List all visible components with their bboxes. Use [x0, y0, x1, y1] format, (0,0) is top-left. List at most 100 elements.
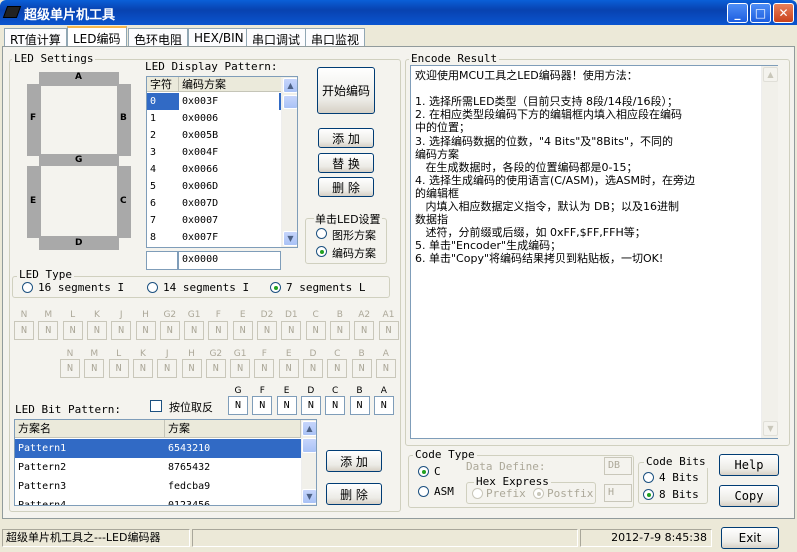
scroll-down-icon[interactable]: ▼ — [302, 489, 316, 504]
tab-serial-debug[interactable]: 串口调试 — [246, 28, 307, 47]
bit-input[interactable]: N — [132, 359, 153, 378]
bit-input[interactable]: N — [305, 321, 326, 340]
tab-led-encode[interactable]: LED编码 — [67, 26, 127, 47]
display-pattern-row[interactable]: 7 0x0007 — [147, 212, 281, 229]
bit-input[interactable]: N — [278, 359, 299, 378]
bit-input[interactable]: N — [232, 321, 253, 340]
radio-8-bits[interactable] — [643, 489, 654, 500]
bit-input[interactable]: N — [325, 396, 346, 415]
radio-hex-postfix[interactable] — [533, 488, 544, 499]
add-bit-pattern-button[interactable]: 添 加 — [326, 450, 382, 472]
delete-pattern-button[interactable]: 删 除 — [318, 177, 374, 197]
bit-input[interactable]: N — [86, 321, 107, 340]
tab-color-resistor[interactable]: 色环电阻 — [128, 28, 189, 47]
bit-input[interactable]: N — [276, 396, 297, 415]
add-pattern-button[interactable]: 添 加 — [318, 128, 374, 148]
radio-hex-prefix[interactable] — [472, 488, 483, 499]
tab-hex-bin[interactable]: HEX/BIN — [188, 28, 250, 47]
scroll-up-icon[interactable]: ▲ — [302, 421, 316, 436]
bit-input[interactable]: N — [252, 396, 273, 415]
radio-4-bits[interactable] — [643, 472, 654, 483]
display-pattern-row[interactable]: 2 0x005B — [147, 127, 281, 144]
close-button[interactable]: ✕ — [773, 3, 794, 23]
exit-button[interactable]: Exit — [721, 527, 779, 549]
result-scrollbar[interactable]: ▲ ▼ — [761, 66, 778, 438]
seven-segment-display[interactable]: A B C D E F G — [25, 70, 135, 252]
bit-input[interactable]: N — [184, 321, 205, 340]
radio-graphic-scheme[interactable] — [316, 228, 327, 239]
scroll-thumb[interactable] — [302, 438, 316, 453]
display-pattern-row[interactable]: 8 0x007F — [147, 229, 281, 246]
bit-input[interactable]: N — [159, 321, 180, 340]
tab-serial-monitor[interactable]: 串口监视 — [305, 28, 366, 47]
col-header-char[interactable]: 字符 — [147, 77, 179, 92]
bit-pattern-row[interactable]: Pattern1 6543210 — [15, 439, 301, 458]
invert-bits-checkbox[interactable] — [150, 400, 162, 412]
bit-input[interactable]: N — [327, 359, 348, 378]
bit-input[interactable]: N — [111, 321, 132, 340]
display-pattern-row[interactable]: 1 0x0006 — [147, 110, 281, 127]
replace-pattern-button[interactable]: 替 换 — [318, 153, 374, 173]
bit-input[interactable]: N — [38, 321, 59, 340]
bit-input[interactable]: N — [208, 321, 229, 340]
display-pattern-scrollbar[interactable]: ▲ ▼ — [281, 77, 297, 247]
scroll-up-icon[interactable]: ▲ — [763, 67, 778, 82]
radio-code-c[interactable] — [418, 466, 429, 477]
col-header-pattern-name[interactable]: 方案名 — [15, 420, 165, 438]
bit-pattern-row[interactable]: Pattern2 8765432 — [15, 458, 301, 477]
display-pattern-row[interactable]: 6 0x007D — [147, 195, 281, 212]
scroll-down-icon[interactable]: ▼ — [763, 421, 778, 436]
display-pattern-row[interactable]: 0 0x003F — [147, 93, 281, 110]
maximize-button[interactable]: □ — [750, 3, 771, 23]
bit-input[interactable]: N — [257, 321, 277, 340]
bit-input[interactable]: N — [329, 321, 350, 340]
start-encode-button[interactable]: 开始编码 — [317, 67, 375, 114]
radio-14-segments[interactable] — [147, 282, 158, 293]
bit-input[interactable]: N — [349, 396, 370, 415]
display-pattern-row[interactable]: 4 0x0066 — [147, 161, 281, 178]
display-pattern-row[interactable]: 5 0x006D — [147, 178, 281, 195]
scroll-thumb[interactable] — [283, 95, 297, 109]
bit-input[interactable]: N — [303, 359, 323, 378]
bit-input[interactable]: N — [62, 321, 83, 340]
bit-input[interactable]: N — [84, 359, 105, 378]
bit-input[interactable]: N — [157, 359, 178, 378]
bit-input[interactable]: N — [181, 359, 202, 378]
bit-pattern-scrollbar[interactable]: ▲ ▼ — [301, 420, 316, 505]
bit-input[interactable]: N — [14, 321, 34, 340]
radio-code-scheme[interactable] — [316, 246, 327, 257]
bit-input[interactable]: N — [351, 359, 372, 378]
col-header-code[interactable]: 编码方案 — [179, 77, 282, 92]
display-pattern-list[interactable]: 字符 编码方案 0 0x003F 1 0x0006 2 0x005B 3 0x0… — [146, 76, 298, 248]
bit-input[interactable]: N — [354, 321, 375, 340]
tab-rt-calc[interactable]: RT值计算 — [4, 28, 67, 47]
col-header-pattern[interactable]: 方案 — [165, 420, 301, 438]
minimize-button[interactable]: _ — [727, 3, 748, 23]
bit-input[interactable]: N — [281, 321, 302, 340]
radio-code-asm[interactable] — [418, 486, 429, 497]
radio-7-segments[interactable] — [270, 282, 281, 293]
bit-input[interactable]: N — [373, 396, 394, 415]
delete-bit-pattern-button[interactable]: 删 除 — [326, 483, 382, 505]
bit-input[interactable]: N — [254, 359, 275, 378]
bit-pattern-list[interactable]: 方案名 方案 Pattern1 6543210 Pattern2 8765432… — [14, 419, 317, 506]
copy-button[interactable]: Copy — [719, 485, 779, 507]
bit-input[interactable]: N — [108, 359, 129, 378]
data-define-input[interactable]: DB — [604, 457, 632, 475]
bit-input[interactable]: N — [205, 359, 226, 378]
bit-input[interactable]: N — [60, 359, 80, 378]
radio-16-segments[interactable] — [22, 282, 33, 293]
bit-pattern-row[interactable]: Pattern3 fedcba9 — [15, 477, 301, 496]
scroll-up-icon[interactable]: ▲ — [283, 78, 297, 93]
bit-input[interactable]: N — [300, 396, 321, 415]
bit-input[interactable]: N — [375, 359, 396, 378]
edit-char-input[interactable] — [146, 251, 178, 270]
bit-input[interactable]: N — [228, 396, 248, 415]
help-button[interactable]: Help — [719, 454, 779, 476]
bit-input[interactable]: N — [230, 359, 251, 378]
edit-code-input[interactable]: 0x0000 — [178, 251, 281, 270]
bit-input[interactable]: N — [378, 321, 399, 340]
bit-input[interactable]: N — [135, 321, 156, 340]
display-pattern-row[interactable]: 3 0x004F — [147, 144, 281, 161]
bit-pattern-row[interactable]: Pattern4 0123456 — [15, 496, 301, 505]
